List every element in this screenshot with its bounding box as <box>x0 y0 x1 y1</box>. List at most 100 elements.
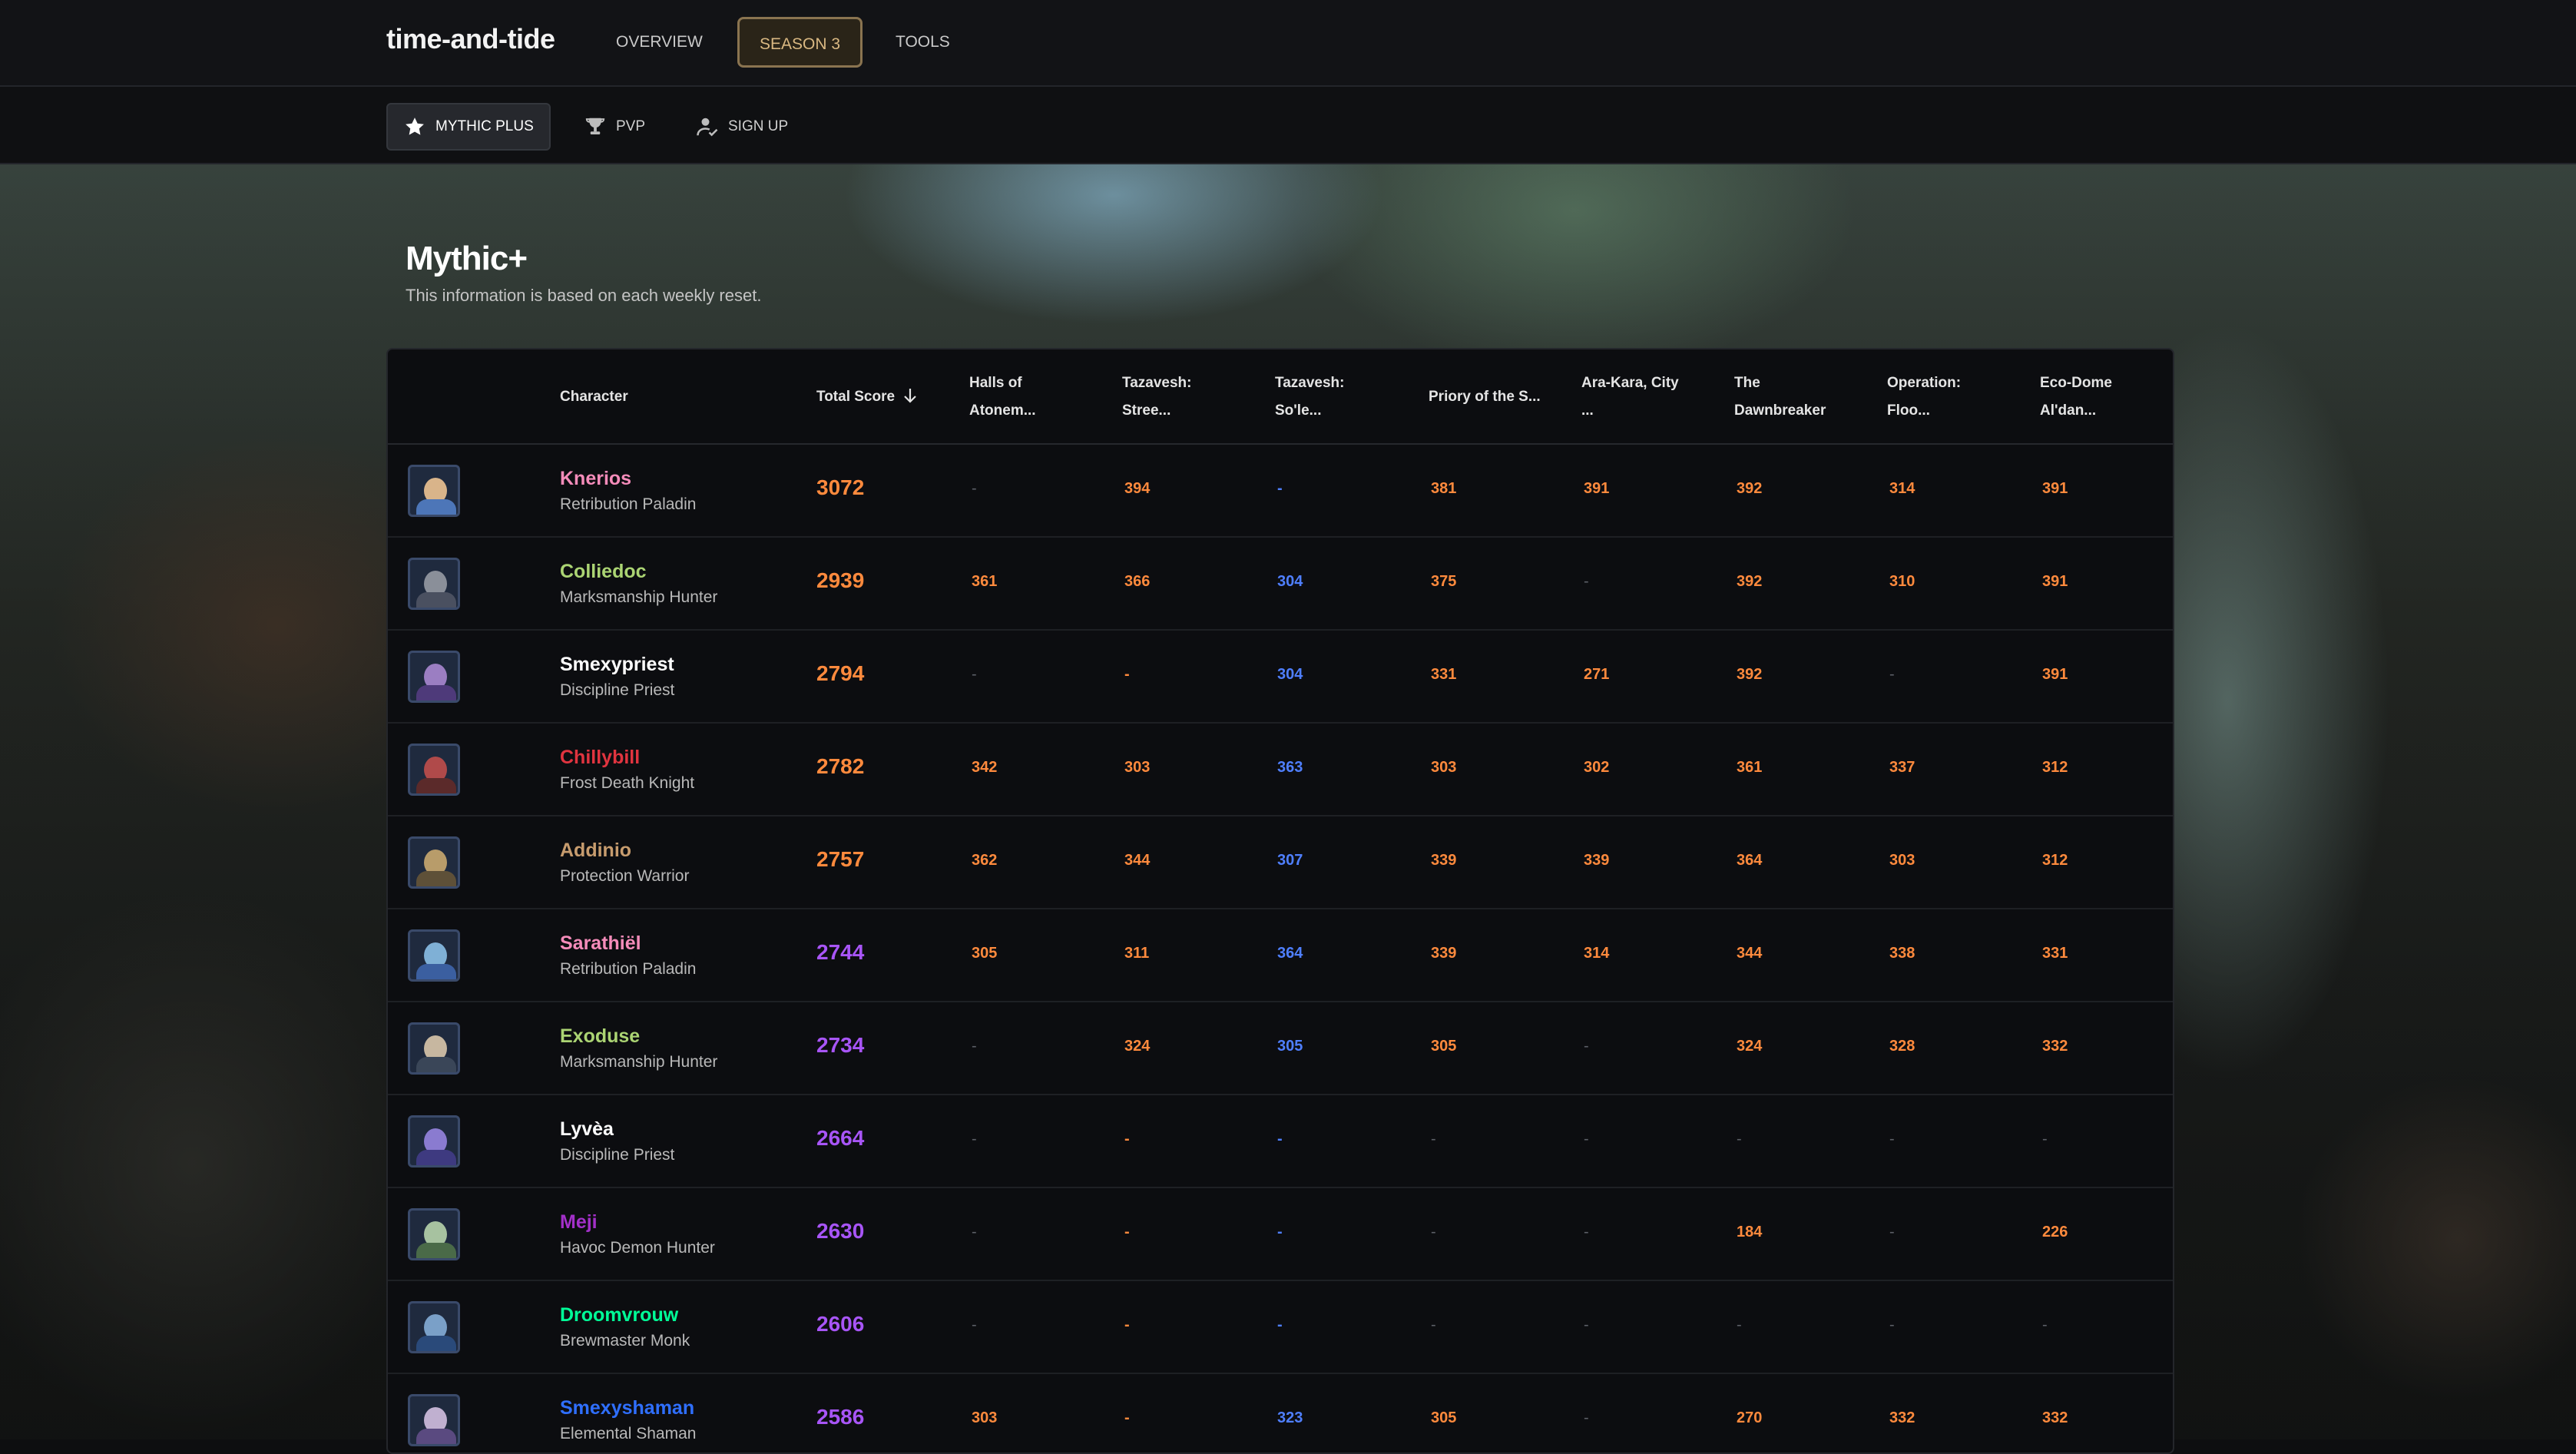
table-row[interactable]: Knerios Retribution Paladin 3072 - 394 - 381 39… <box>388 445 2173 538</box>
dungeon-score: 302 <box>1584 759 1610 776</box>
tab-mythic-plus[interactable]: MYTHIC PLUS <box>386 103 551 151</box>
dungeon-score: - <box>1431 1317 1436 1333</box>
column-tazavesh-streets[interactable]: Tazavesh: Stree... <box>1122 369 1260 425</box>
dungeon-score: 339 <box>1584 852 1610 869</box>
dungeon-score: - <box>1124 1131 1130 1148</box>
nav-season-3[interactable]: SEASON 3 <box>737 17 863 68</box>
dungeon-score: 311 <box>1124 945 1150 962</box>
avatar-body <box>416 499 456 515</box>
nav-tools[interactable]: TOOLS <box>876 17 970 68</box>
dungeon-score: - <box>972 1131 977 1148</box>
leaderboard-table: Character Total Score Halls of Atonem... … <box>386 348 2174 1454</box>
table-row[interactable]: Chillybill Frost Death Knight 2782 342 303 36… <box>388 724 2173 816</box>
character-name[interactable]: Knerios <box>560 468 631 490</box>
dungeon-score: 305 <box>1431 1409 1457 1426</box>
column-priory[interactable]: Priory of the S... <box>1429 383 1541 411</box>
character-name[interactable]: Lyvèa <box>560 1118 614 1141</box>
character-spec: Elemental Shaman <box>560 1425 697 1442</box>
dungeon-score: 332 <box>1889 1409 1915 1426</box>
dungeon-score: 331 <box>2042 945 2068 962</box>
column-label-line: Al'dan... <box>2040 402 2097 419</box>
character-avatar[interactable] <box>408 1208 460 1260</box>
dungeon-score: - <box>1889 1317 1895 1333</box>
column-operation-floodgate[interactable]: Operation: Floo... <box>1887 369 2025 425</box>
dungeon-score: - <box>1584 1038 1589 1055</box>
dungeon-score: - <box>1737 1131 1742 1148</box>
dungeon-score: 392 <box>1737 573 1763 590</box>
character-name[interactable]: Smexypriest <box>560 654 674 676</box>
column-tazavesh-soleah[interactable]: Tazavesh: So'le... <box>1275 369 1413 425</box>
dungeon-score: 328 <box>1889 1038 1915 1055</box>
avatar-body <box>416 1150 456 1165</box>
table-row[interactable]: Lyvèa Discipline Priest 2664 - - - - - - - - <box>388 1095 2173 1188</box>
dungeon-score: 312 <box>2042 852 2068 869</box>
total-score: 2606 <box>816 1312 865 1336</box>
column-label-line: Dawnbreaker <box>1734 402 1826 419</box>
table-row[interactable]: Colliedoc Marksmanship Hunter 2939 361 366 30… <box>388 538 2173 631</box>
dungeon-score: - <box>1889 1131 1895 1148</box>
character-name[interactable]: Meji <box>560 1211 598 1234</box>
brand-logo[interactable]: time-and-tide <box>386 23 555 55</box>
character-avatar[interactable] <box>408 651 460 703</box>
dungeon-score: - <box>972 1317 977 1333</box>
dungeon-score: - <box>1431 1131 1436 1148</box>
character-avatar[interactable] <box>408 929 460 982</box>
dungeon-score: - <box>1124 1317 1130 1333</box>
character-name[interactable]: Colliedoc <box>560 561 647 583</box>
dungeon-score: 270 <box>1737 1409 1763 1426</box>
table-row[interactable]: Smexyshaman Elemental Shaman 2586 303 - 323 30… <box>388 1374 2173 1452</box>
total-score: 2757 <box>816 847 865 871</box>
character-avatar[interactable] <box>408 1022 460 1075</box>
table-row[interactable]: Exoduse Marksmanship Hunter 2734 - 324 305 305… <box>388 1002 2173 1095</box>
character-name[interactable]: Droomvrouw <box>560 1304 678 1326</box>
tab-pvp-label: PVP <box>616 118 646 134</box>
table-row[interactable]: Addinio Protection Warrior 2757 362 344 307 33… <box>388 816 2173 909</box>
column-label-line: Tazavesh: <box>1275 375 1345 391</box>
dungeon-score: 339 <box>1431 852 1457 869</box>
character-name[interactable]: Addinio <box>560 840 631 862</box>
character-avatar[interactable] <box>408 836 460 889</box>
character-name[interactable]: Smexyshaman <box>560 1397 694 1419</box>
character-name[interactable]: Chillybill <box>560 747 640 769</box>
dungeon-score: - <box>972 666 977 683</box>
dungeon-score: - <box>1584 1409 1589 1426</box>
column-eco-dome[interactable]: Eco-Dome Al'dan... <box>2040 369 2173 425</box>
dungeon-score: 337 <box>1889 759 1915 776</box>
character-avatar[interactable] <box>408 1301 460 1353</box>
column-ara-kara[interactable]: Ara-Kara, City... <box>1581 369 1720 425</box>
column-dawnbreaker[interactable]: The Dawnbreaker <box>1734 369 1872 425</box>
dungeon-score: 363 <box>1277 759 1303 776</box>
tab-pvp[interactable]: PVP <box>568 103 661 151</box>
character-avatar[interactable] <box>408 558 460 610</box>
character-avatar[interactable] <box>408 1115 460 1168</box>
character-name[interactable]: Exoduse <box>560 1025 640 1048</box>
character-spec: Marksmanship Hunter <box>560 588 718 606</box>
dungeon-score: 391 <box>1584 480 1610 497</box>
character-spec: Discipline Priest <box>560 681 675 699</box>
table-row[interactable]: Smexypriest Discipline Priest 2794 - - 304 331… <box>388 631 2173 724</box>
total-score: 2734 <box>816 1033 865 1057</box>
avatar-body <box>416 871 456 886</box>
character-avatar[interactable] <box>408 744 460 796</box>
dungeon-score: - <box>2042 1131 2048 1148</box>
column-label-line: Operation: <box>1887 375 1962 391</box>
table-row[interactable]: Sarathiël Retribution Paladin 2744 305 311 36… <box>388 909 2173 1002</box>
arrow-down-icon <box>902 386 918 414</box>
nav-overview[interactable]: OVERVIEW <box>596 17 723 68</box>
dungeon-score: - <box>1124 666 1130 683</box>
character-avatar[interactable] <box>408 1394 460 1446</box>
character-avatar[interactable] <box>408 465 460 517</box>
character-name[interactable]: Sarathiël <box>560 932 641 955</box>
sub-navbar: MYTHIC PLUS PVP SIGN UP <box>0 87 2576 164</box>
dungeon-score: 226 <box>2042 1224 2068 1240</box>
total-score: 2744 <box>816 940 865 964</box>
user-check-icon <box>697 118 718 137</box>
column-label-line: Floo... <box>1887 402 1930 419</box>
dungeon-score: 338 <box>1889 945 1915 962</box>
tab-sign-up[interactable]: SIGN UP <box>680 103 803 151</box>
column-character[interactable]: Character <box>560 383 628 411</box>
column-total-score[interactable]: Total Score <box>816 383 918 414</box>
table-row[interactable]: Droomvrouw Brewmaster Monk 2606 - - - - - - - - <box>388 1281 2173 1374</box>
column-halls-of-atonement[interactable]: Halls of Atonem... <box>969 369 1108 425</box>
table-row[interactable]: Meji Havoc Demon Hunter 2630 - - - - - 184 - 226 <box>388 1188 2173 1281</box>
